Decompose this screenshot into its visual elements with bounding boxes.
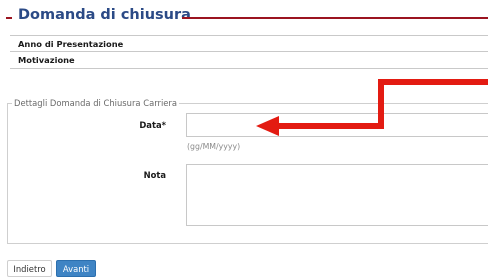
- header-rule-right: [182, 17, 488, 19]
- info-row-label: Motivazione: [18, 55, 75, 65]
- info-row-year: Anno di Presentazione: [10, 35, 488, 52]
- date-format-hint: (gg/MM/yyyy): [187, 142, 241, 151]
- next-button[interactable]: Avanti: [56, 260, 96, 277]
- section-title: Domanda di chiusura: [18, 7, 191, 23]
- note-label: Nota: [143, 170, 166, 180]
- back-button[interactable]: Indietro: [7, 260, 52, 277]
- note-textarea[interactable]: [186, 164, 488, 226]
- fieldset-legend: Dettagli Domanda di Chiusura Carriera: [12, 98, 179, 108]
- info-row-label: Anno di Presentazione: [18, 38, 124, 49]
- section-header: Domanda di chiusura: [6, 6, 488, 28]
- header-rule-left: [6, 17, 12, 19]
- info-row-reason: Motivazione: [10, 52, 488, 69]
- info-table: Anno di Presentazione Motivazione: [10, 35, 488, 69]
- date-label: Data*: [139, 120, 166, 130]
- date-input[interactable]: [186, 113, 488, 137]
